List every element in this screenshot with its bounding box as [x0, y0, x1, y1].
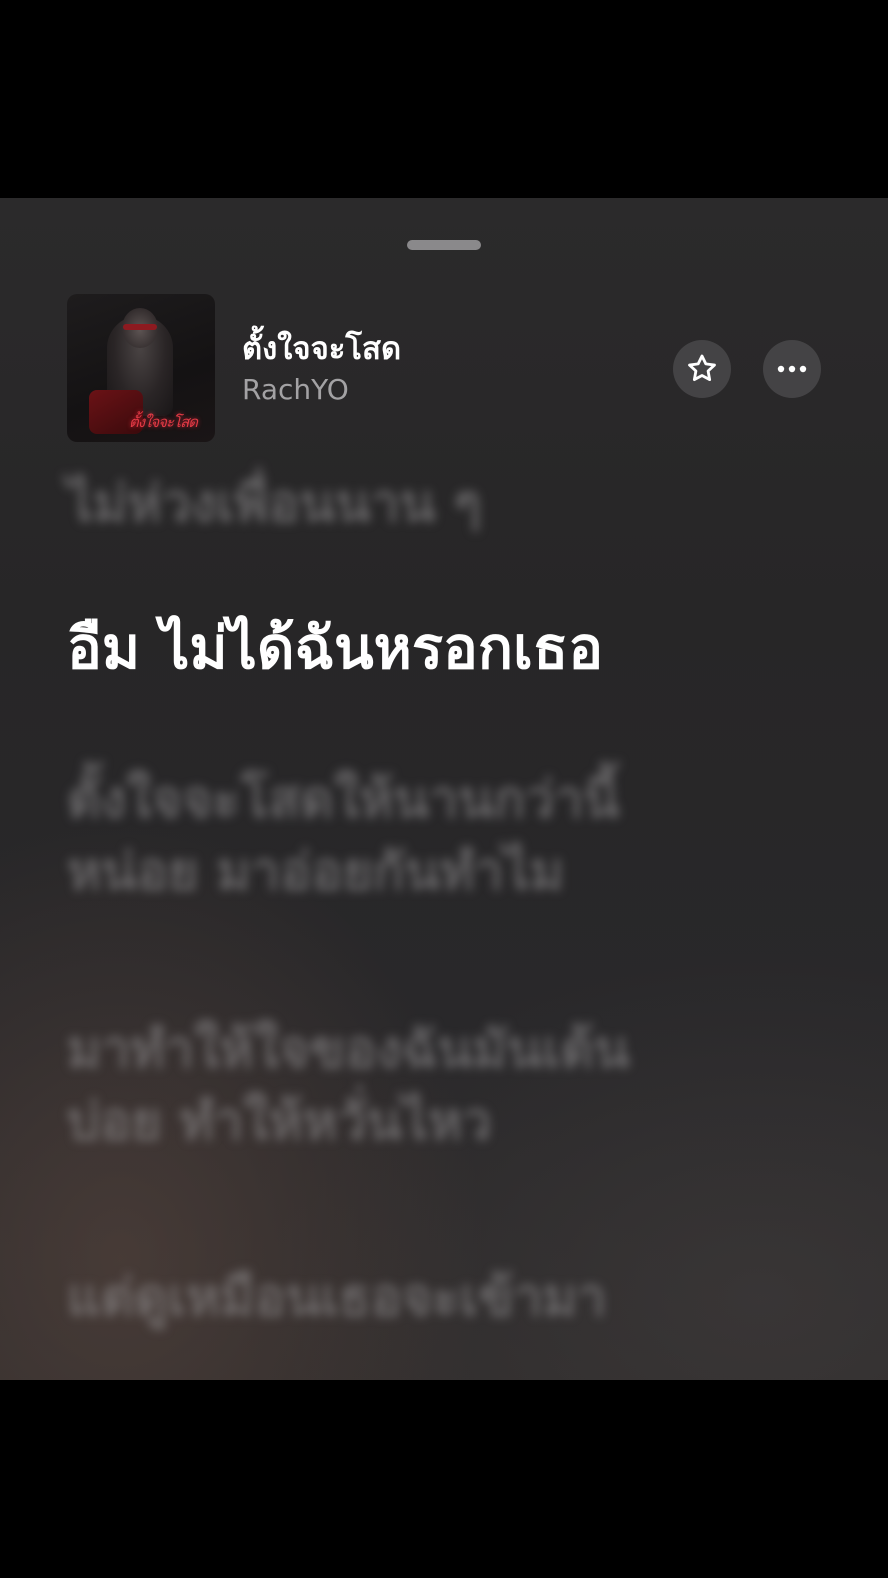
lyric-line-next[interactable]: มาทำให้ใจของฉันมันเต้น บ่อย ทำให้หวั่นไห… — [67, 1014, 827, 1158]
sheet-grabber-handle[interactable] — [407, 240, 481, 250]
lyric-line-previous[interactable]: ไม่ห่วงเพื่อนนาน ๆ — [67, 468, 481, 540]
lyric-text: มาทำให้ใจของฉันมันเต้น — [67, 1020, 630, 1080]
artwork-logo-text: ตั้งใจจะโสด — [129, 413, 198, 431]
lyric-line-current[interactable]: อืม ไม่ได้ฉันหรอกเธอ — [67, 612, 603, 684]
lyric-text: ตั้งใจจะโสดให้นานกว่านี้ — [67, 770, 620, 830]
favorite-button[interactable] — [673, 340, 731, 398]
lyric-text: แต่ดูเหมือนเธอจะเข้ามา — [67, 1268, 607, 1328]
lyric-line-next[interactable]: ตั้งใจจะโสดให้นานกว่านี้ หน่อย มาอ่อยกัน… — [67, 764, 827, 908]
star-icon — [688, 354, 716, 382]
more-options-button[interactable] — [763, 340, 821, 398]
lyric-line-next[interactable]: แต่ดูเหมือนเธอจะเข้ามา — [67, 1262, 827, 1334]
screen: ไม่ห่วงเพื่อนนาน ๆ อืม ไม่ได้ฉันหรอกเธอ … — [0, 0, 888, 1578]
lyric-text: หน่อย มาอ่อยกันทำไม — [67, 842, 564, 902]
now-playing-info[interactable]: ตั้งใจจะโสด RachYO — [242, 330, 401, 410]
artwork-glasses — [123, 324, 157, 330]
lyric-text: บ่อย ทำให้หวั่นไหว — [67, 1092, 492, 1152]
lyrics-sheet[interactable]: ไม่ห่วงเพื่อนนาน ๆ อืม ไม่ได้ฉันหรอกเธอ … — [0, 198, 888, 1380]
song-title: ตั้งใจจะโสด — [242, 331, 402, 367]
ellipsis-icon — [777, 365, 807, 373]
artist-name[interactable]: RachYO — [242, 370, 401, 410]
album-artwork[interactable]: ตั้งใจจะโสด — [67, 294, 215, 442]
